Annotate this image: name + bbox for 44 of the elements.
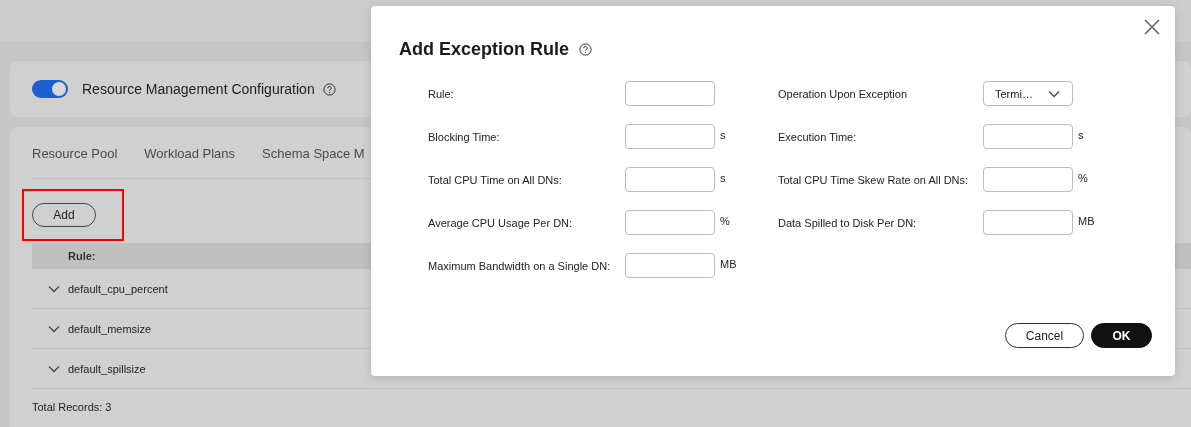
ok-button[interactable]: OK bbox=[1091, 323, 1152, 348]
input-field[interactable] bbox=[625, 167, 715, 192]
field-label: Rule: bbox=[428, 87, 455, 100]
dialog-title: Add Exception Rule bbox=[399, 39, 569, 60]
input-field[interactable] bbox=[625, 210, 715, 235]
input-field[interactable] bbox=[625, 124, 715, 149]
field-label: Execution Time: bbox=[778, 130, 858, 143]
help-icon[interactable] bbox=[579, 43, 592, 56]
chevron-icon[interactable] bbox=[48, 324, 60, 333]
unit-label: MB bbox=[719, 257, 738, 270]
field-label: Blocking Time: bbox=[428, 130, 501, 143]
toggle-switch[interactable] bbox=[32, 80, 68, 98]
input-field[interactable] bbox=[983, 167, 1073, 192]
config-label: Resource Management Configuration bbox=[82, 81, 315, 97]
input-field[interactable] bbox=[625, 253, 715, 278]
unit-label: s bbox=[719, 128, 727, 141]
input-field[interactable] bbox=[625, 81, 715, 106]
rule-name: default_cpu_percent bbox=[68, 282, 168, 295]
unit-label: s bbox=[719, 171, 727, 184]
select-field[interactable]: Termi… bbox=[983, 81, 1073, 106]
rule-name: default_spillsize bbox=[68, 362, 146, 375]
tab[interactable]: Workload Plans bbox=[144, 146, 236, 161]
field-label: Average CPU Usage Per DN: bbox=[428, 216, 574, 229]
help-icon[interactable] bbox=[322, 82, 336, 96]
input-field[interactable] bbox=[983, 124, 1073, 149]
rule-name: default_memsize bbox=[68, 322, 152, 335]
tab[interactable]: Schema Space M bbox=[262, 146, 365, 161]
unit-label: % bbox=[719, 214, 731, 227]
field-label: Operation Upon Exception bbox=[778, 87, 909, 100]
unit-label: s bbox=[1077, 128, 1085, 141]
field-label: Maximum Bandwidth on a Single DN: bbox=[428, 259, 612, 272]
field-label: Total CPU Time on All DNs: bbox=[428, 173, 563, 186]
total-records: Total Records: 3 bbox=[32, 400, 113, 413]
unit-label: % bbox=[1077, 171, 1089, 184]
tab[interactable]: Resource Pool bbox=[32, 146, 118, 161]
unit-label: MB bbox=[1077, 214, 1096, 227]
cancel-button[interactable]: Cancel bbox=[1005, 323, 1084, 348]
chevron-icon[interactable] bbox=[48, 364, 60, 373]
chevron-icon[interactable] bbox=[48, 284, 60, 293]
input-field[interactable] bbox=[983, 210, 1073, 235]
close-icon[interactable] bbox=[1143, 18, 1161, 36]
field-label: Total CPU Time Skew Rate on All DNs: bbox=[778, 173, 970, 186]
caret-icon bbox=[1048, 89, 1060, 98]
field-label: Data Spilled to Disk Per DN: bbox=[778, 216, 918, 229]
